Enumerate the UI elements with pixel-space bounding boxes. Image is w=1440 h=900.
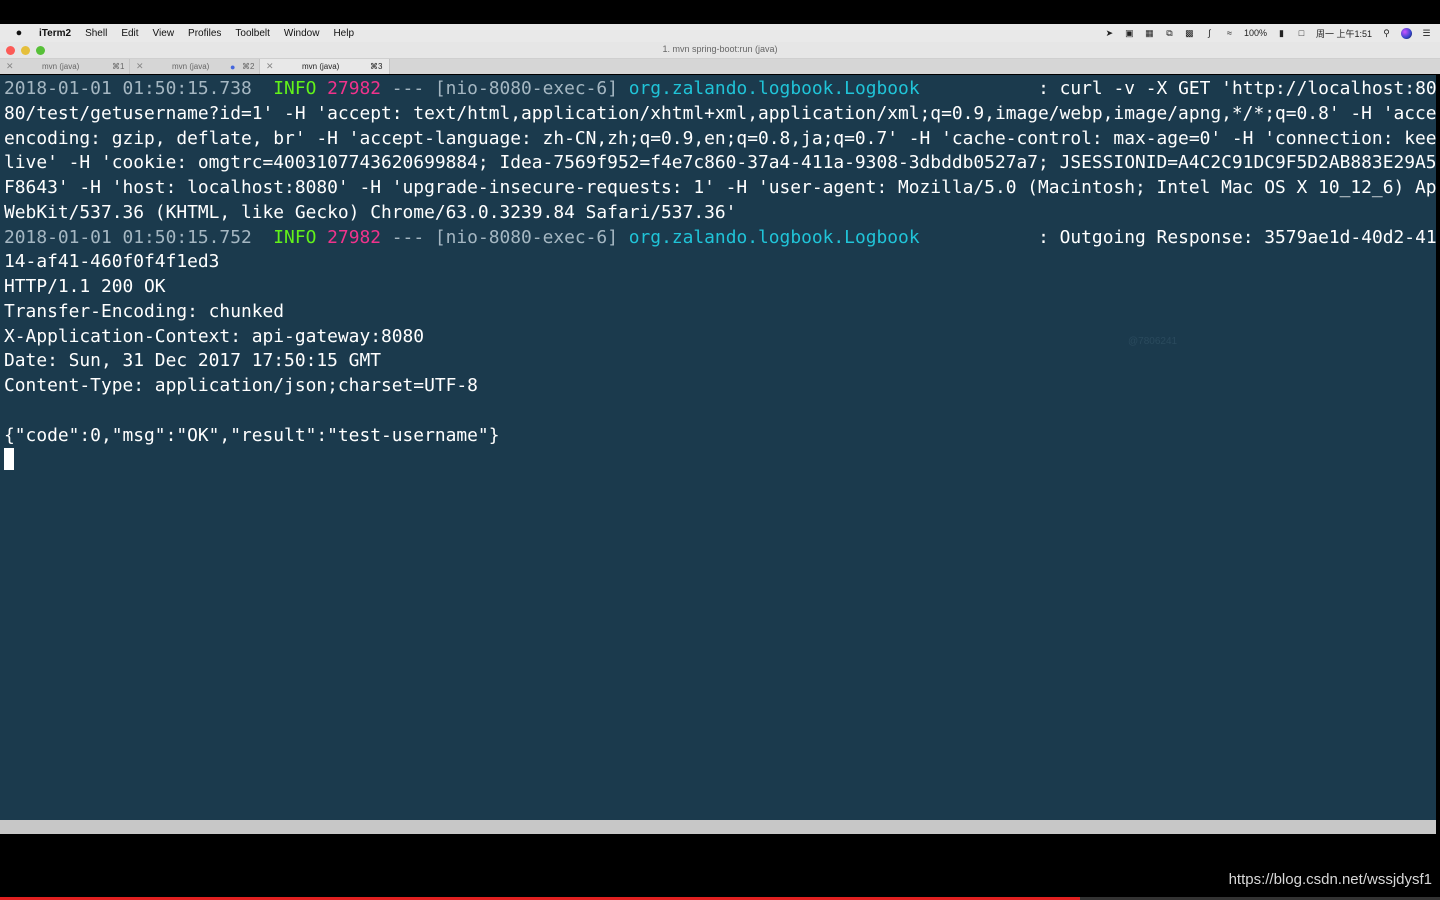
terminal-segment: HTTP/1.1 200 OK <box>4 276 166 297</box>
menu-item-view[interactable]: View <box>146 28 182 39</box>
window-edge <box>1436 75 1440 834</box>
tab-label: mvn (java) <box>172 62 210 71</box>
terminal-segment: --- [nio-8080-exec-6] <box>381 226 629 248</box>
terminal-segment: 27982 <box>327 78 382 99</box>
terminal-segment: 80/test/getusername?id=1' -H 'accept: te… <box>4 102 1436 124</box>
terminal-segment: X-Application-Context: api-gateway:8080 <box>4 325 425 347</box>
terminal-segment: 2018-01-01 01:50:15.738 <box>4 78 263 99</box>
terminal-line: Content-Type: application/json;charset=U… <box>4 374 1436 399</box>
menu-item-iterm2[interactable]: iTerm2 <box>32 28 78 39</box>
tab-3[interactable]: ✕ mvn (java) ⌘3 <box>260 59 390 74</box>
screen: ● iTerm2 Shell Edit View Profiles Toolbe… <box>0 0 1440 900</box>
app-icon[interactable]: ▦ <box>1144 28 1155 38</box>
tab-label: mvn (java) <box>302 62 340 71</box>
send-icon[interactable]: ➤ <box>1104 28 1115 38</box>
bluetooth-icon[interactable]: ∫ <box>1204 28 1215 38</box>
tab-shortcut: ⌘1 <box>112 62 125 71</box>
wifi-icon[interactable]: ≈ <box>1224 28 1235 38</box>
terminal-line: HTTP/1.1 200 OK <box>4 275 1436 300</box>
input-method-icon[interactable]: □ <box>1296 28 1307 38</box>
terminal-segment: 14-af41-460f0f4f1ed3 <box>4 251 220 273</box>
tab-close-icon[interactable]: ✕ <box>136 61 144 72</box>
terminal-line: X-Application-Context: api-gateway:8080 <box>4 325 1436 350</box>
terminal-segment: 2018-01-01 01:50:15.752 <box>4 226 263 248</box>
tab-close-icon[interactable]: ✕ <box>266 61 274 72</box>
terminal-bottom-strip <box>0 820 1436 834</box>
terminal-line: Date: Sun, 31 Dec 2017 17:50:15 GMT <box>4 349 1436 374</box>
menu-item-profiles[interactable]: Profiles <box>181 28 228 39</box>
terminal-segment: live' -H 'cookie: omgtrc=400310774362069… <box>4 152 1436 174</box>
tab-label: mvn (java) <box>42 62 80 71</box>
grid-icon[interactable]: ▩ <box>1184 28 1195 38</box>
menu-item-help[interactable]: Help <box>326 28 361 39</box>
spotlight-search-icon[interactable]: ⚲ <box>1381 28 1392 38</box>
terminal-segment: encoding: gzip, deflate, br' -H 'accept-… <box>4 127 1436 149</box>
menu-item-edit[interactable]: Edit <box>114 28 145 39</box>
window-title-bar[interactable]: 1. mvn spring-boot:run (java) <box>0 42 1440 59</box>
tab-bar: ✕ mvn (java) ⌘1 ✕ mvn (java) ● ⌘2 ✕ mvn … <box>0 59 1440 74</box>
terminal-segment: INFO <box>262 226 328 248</box>
battery-percentage: 100% <box>1243 28 1267 38</box>
battery-icon[interactable]: ▮ <box>1276 28 1287 38</box>
terminal-segment: --- [nio-8080-exec-6] <box>381 78 629 99</box>
terminal-line: {"code":0,"msg":"OK","result":"test-user… <box>4 424 1436 449</box>
tab-shortcut: ⌘3 <box>370 62 383 71</box>
terminal-segment: F8643' -H 'host: localhost:8080' -H 'upg… <box>4 177 1436 198</box>
terminal-segment: org.zalando.logbook.Logbook <box>628 226 920 248</box>
menu-item-window[interactable]: Window <box>277 28 327 39</box>
terminal-segment: 27982 <box>327 226 382 248</box>
faint-watermark: @7806241 <box>1128 336 1178 347</box>
terminal-segment: : Outgoing Response: 3579ae1d-40d2-41 <box>919 226 1436 248</box>
terminal-line: 14-af41-460f0f4f1ed3 <box>4 250 1436 275</box>
terminal-line: F8643' -H 'host: localhost:8080' -H 'upg… <box>4 176 1436 201</box>
tab-activity-dot-icon: ● <box>230 61 236 72</box>
terminal-prompt-line <box>4 448 1436 473</box>
tab-2[interactable]: ✕ mvn (java) ● ⌘2 <box>130 59 260 74</box>
blog-watermark: https://blog.csdn.net/wssjdysf1 <box>1228 871 1432 888</box>
menu-bar: ● iTerm2 Shell Edit View Profiles Toolbe… <box>0 24 1440 42</box>
window-title: 1. mvn spring-boot:run (java) <box>662 44 778 54</box>
terminal-segment: : curl -v -X GET 'http://localhost:80 <box>919 78 1436 99</box>
tab-bar-empty-area[interactable] <box>390 59 1440 74</box>
terminal-line: WebKit/537.36 (KHTML, like Gecko) Chrome… <box>4 201 1436 226</box>
terminal-segment: org.zalando.logbook.Logbook <box>628 78 920 99</box>
notification-center-icon[interactable]: ☰ <box>1421 28 1432 38</box>
copy-icon[interactable]: ⧉ <box>1164 28 1175 38</box>
clock[interactable]: 周一 上午1:51 <box>1316 27 1372 40</box>
terminal-line: encoding: gzip, deflate, br' -H 'accept-… <box>4 127 1436 152</box>
screen-record-icon[interactable]: ▣ <box>1124 28 1135 38</box>
status-area: ➤ ▣ ▦ ⧉ ▩ ∫ ≈ 100% ▮ □ 周一 上午1:51 ⚲ ☰ <box>1104 27 1432 40</box>
terminal-segment: Date: Sun, 31 Dec 2017 17:50:15 GMT <box>4 350 381 372</box>
terminal-line: 80/test/getusername?id=1' -H 'accept: te… <box>4 102 1436 127</box>
terminal-segment: WebKit/537.36 (KHTML, like Gecko) Chrome… <box>4 201 737 223</box>
terminal-line: Transfer-Encoding: chunked <box>4 300 1436 325</box>
terminal-segment: {"code":0,"msg":"OK","result":"test-user… <box>4 424 500 446</box>
tab-1[interactable]: ✕ mvn (java) ⌘1 <box>0 59 130 74</box>
menu-item-shell[interactable]: Shell <box>78 28 114 39</box>
terminal-segment: Transfer-Encoding: chunked <box>4 300 285 322</box>
terminal-segment: INFO <box>262 78 328 99</box>
terminal-cursor <box>4 448 14 471</box>
tab-close-icon[interactable]: ✕ <box>6 61 14 72</box>
apple-menu-icon[interactable]: ● <box>8 27 30 39</box>
tab-shortcut: ⌘2 <box>242 62 255 71</box>
siri-icon[interactable] <box>1401 27 1412 39</box>
terminal-output[interactable]: 2018-01-01 01:50:15.738 INFO 27982 --- [… <box>0 75 1436 820</box>
terminal-segment: Content-Type: application/json;charset=U… <box>4 375 478 396</box>
terminal-line: 2018-01-01 01:50:15.738 INFO 27982 --- [… <box>4 77 1436 102</box>
terminal-line: 2018-01-01 01:50:15.752 INFO 27982 --- [… <box>4 226 1436 251</box>
menu-item-toolbelt[interactable]: Toolbelt <box>228 28 276 39</box>
terminal-line: live' -H 'cookie: omgtrc=400310774362069… <box>4 151 1436 176</box>
